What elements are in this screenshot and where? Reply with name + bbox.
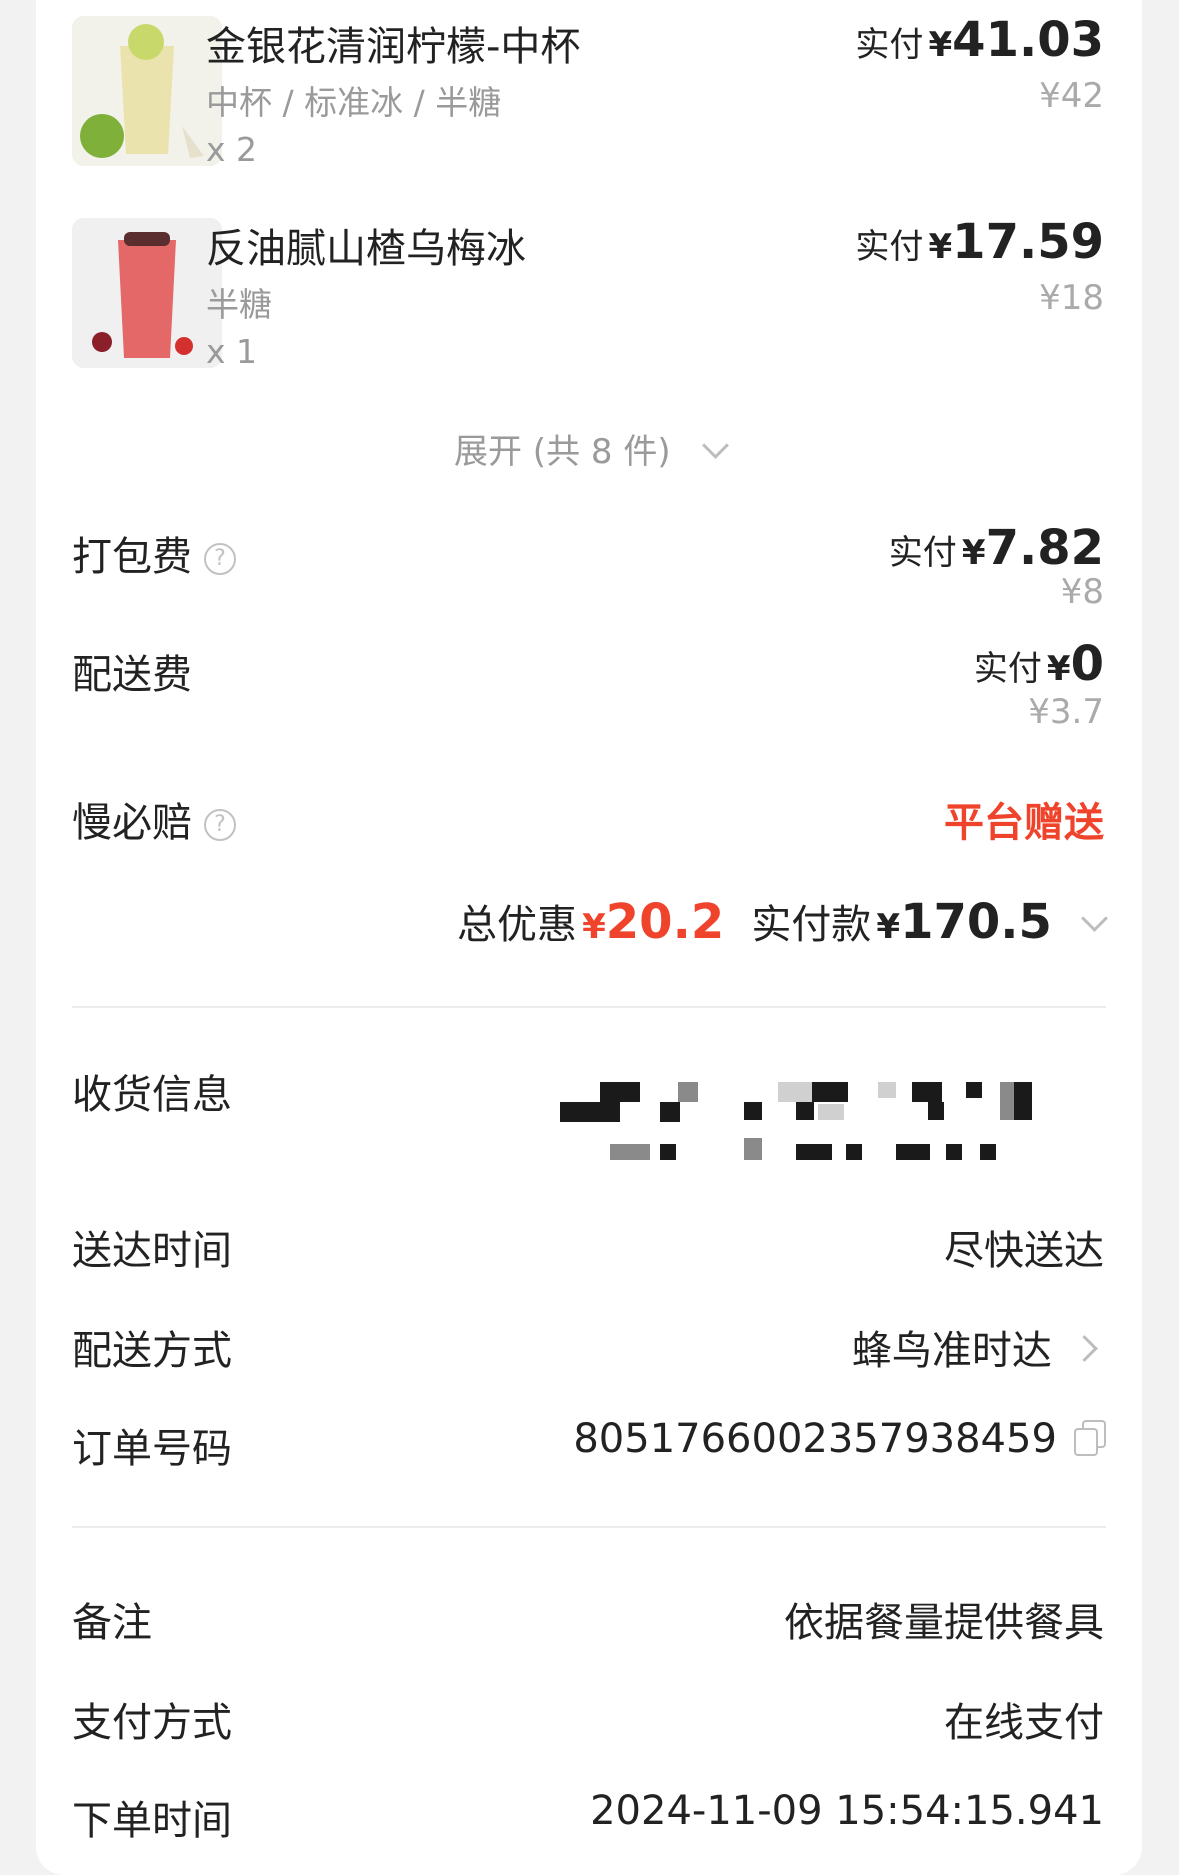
- slow-compensation-label: 慢必赔?: [72, 790, 236, 848]
- paid-amount: 0: [1070, 636, 1104, 692]
- currency-symbol: ¥: [928, 25, 953, 65]
- order-time-label: 下单时间: [72, 1798, 232, 1844]
- product-paid-price: 实付 ¥17.59: [855, 214, 1104, 270]
- currency-symbol: ¥: [928, 227, 953, 267]
- total-discount-label: 总优惠: [457, 902, 578, 948]
- mosaic-block: [912, 1082, 942, 1102]
- mosaic-block: [778, 1082, 812, 1102]
- mosaic-block: [812, 1082, 848, 1102]
- slow-compensation-text: 慢必赔: [72, 800, 192, 846]
- remark-value: 依据餐量提供餐具: [784, 1600, 1104, 1646]
- delivery-fee-label: 配送费: [72, 652, 192, 698]
- expand-label: 展开 (共 8 件): [454, 432, 671, 472]
- delivery-time-label: 送达时间: [72, 1228, 232, 1274]
- question-circle-icon[interactable]: ?: [204, 543, 236, 575]
- mosaic-block: [846, 1144, 862, 1160]
- mosaic-block: [928, 1102, 944, 1120]
- hawthorn-drink-cup-image: [72, 218, 222, 368]
- delivery-fee-original: ¥3.7: [1028, 692, 1104, 732]
- section-divider: [72, 1006, 1106, 1008]
- mosaic-block: [610, 1144, 650, 1160]
- mosaic-block: [660, 1144, 676, 1160]
- original-price: ¥42: [1039, 76, 1104, 116]
- product-thumbnail: [72, 16, 222, 166]
- amount-paid-label: 实付款: [751, 902, 872, 948]
- payment-method-value: 在线支付: [944, 1700, 1104, 1746]
- currency-symbol: ¥: [1046, 649, 1071, 689]
- packing-fee-label: 打包费?: [72, 524, 236, 582]
- mosaic-block: [966, 1082, 982, 1098]
- mosaic-block: [878, 1082, 896, 1098]
- amount-paid-value: 170.5: [900, 894, 1052, 950]
- product-thumbnail: [72, 218, 222, 368]
- receiver-info-mosaic: [560, 1082, 1160, 1172]
- delivery-method-link[interactable]: 蜂鸟准时达: [851, 1318, 1098, 1376]
- section-divider: [72, 1526, 1106, 1528]
- mosaic-block: [1014, 1082, 1032, 1120]
- payment-method-label: 支付方式: [72, 1700, 232, 1746]
- order-detail-card: 金银花清润柠檬-中杯 中杯 / 标准冰 / 半糖 x 2 实付 ¥41.03 ¥…: [36, 0, 1142, 1875]
- copy-icon[interactable]: [1074, 1420, 1106, 1456]
- product-quantity: x 1: [206, 332, 258, 371]
- product-quantity: x 2: [206, 130, 258, 169]
- mosaic-block: [980, 1144, 996, 1160]
- delivery-method-label: 配送方式: [72, 1328, 232, 1374]
- paid-amount: 41.03: [952, 12, 1104, 68]
- order-summary[interactable]: 总优惠 ¥20.2 实付款 ¥170.5: [457, 892, 1108, 950]
- mosaic-block: [946, 1144, 962, 1160]
- order-time-value: 2024-11-09 15:54:15.941: [590, 1788, 1104, 1834]
- chevron-down-icon: [1081, 905, 1108, 932]
- mosaic-block: [678, 1082, 698, 1102]
- order-number-value: 8051766002357938459: [573, 1416, 1057, 1462]
- delivery-method-value: 蜂鸟准时达: [851, 1328, 1052, 1374]
- product-spec: 中杯 / 标准冰 / 半糖: [206, 83, 502, 122]
- chevron-down-icon: [701, 432, 729, 459]
- product-name[interactable]: 金银花清润柠檬-中杯: [206, 14, 580, 72]
- paid-label: 实付: [973, 649, 1042, 689]
- paid-amount: 7.82: [985, 520, 1104, 576]
- product-spec: 半糖: [206, 285, 272, 324]
- expand-items-button[interactable]: 展开 (共 8 件): [454, 424, 729, 473]
- mosaic-block: [818, 1104, 844, 1120]
- paid-amount: 17.59: [952, 214, 1104, 270]
- mosaic-block: [744, 1102, 762, 1120]
- lemon-tea-cup-image: [72, 16, 222, 166]
- mosaic-block: [600, 1082, 640, 1102]
- packing-fee-text: 打包费: [72, 534, 192, 580]
- paid-label: 实付: [888, 533, 957, 573]
- question-circle-icon[interactable]: ?: [204, 809, 236, 841]
- mosaic-block: [660, 1102, 680, 1122]
- remark-label: 备注: [72, 1600, 152, 1646]
- delivery-fee-paid: 实付 ¥0: [974, 636, 1104, 692]
- mosaic-block: [896, 1144, 930, 1160]
- order-number-label: 订单号码: [72, 1426, 232, 1472]
- discount-currency: ¥: [582, 907, 606, 947]
- paid-label: 实付: [855, 227, 924, 267]
- mosaic-block: [560, 1102, 620, 1122]
- delivery-time-value: 尽快送达: [944, 1228, 1104, 1274]
- mosaic-block: [796, 1144, 832, 1160]
- mosaic-block: [744, 1138, 762, 1160]
- mosaic-block: [796, 1102, 814, 1120]
- product-paid-price: 实付 ¥41.03: [855, 12, 1104, 68]
- chevron-right-icon: [1071, 1335, 1098, 1362]
- order-number-row: 8051766002357938459: [573, 1416, 1106, 1462]
- packing-fee-paid: 实付 ¥7.82: [889, 520, 1104, 576]
- receiver-info-label: 收货信息: [72, 1072, 232, 1118]
- original-price: ¥18: [1039, 278, 1104, 318]
- packing-fee-original: ¥8: [1060, 572, 1104, 612]
- paid-currency: ¥: [876, 907, 901, 947]
- product-name[interactable]: 反油腻山楂乌梅冰: [206, 216, 526, 274]
- total-discount-amount: 20.2: [605, 894, 725, 950]
- slow-compensation-value: 平台赠送: [944, 800, 1104, 846]
- currency-symbol: ¥: [961, 533, 986, 573]
- paid-label: 实付: [855, 25, 924, 65]
